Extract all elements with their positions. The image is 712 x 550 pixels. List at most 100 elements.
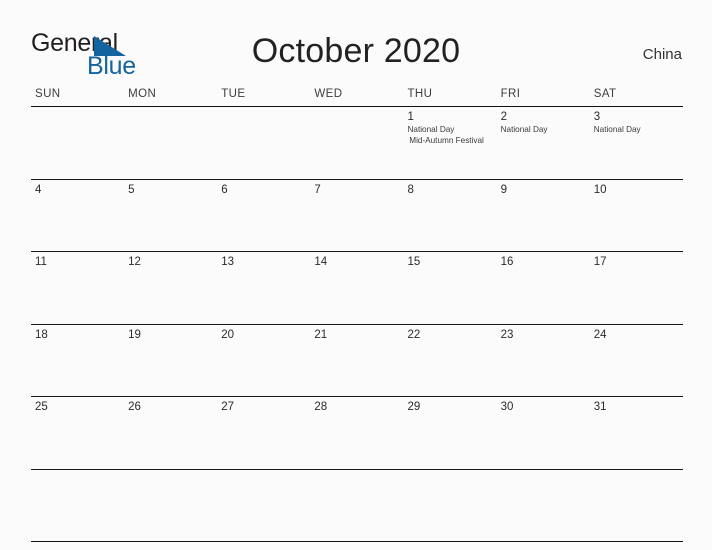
day-number: 12: [128, 256, 141, 268]
day-number: 6: [221, 183, 228, 196]
calendar-day-cell[interactable]: 26: [124, 397, 217, 469]
calendar-week-row: 4 5 6 7 8 9 10: [31, 180, 683, 252]
calendar-day-cell[interactable]: 9: [497, 180, 590, 252]
day-number: 27: [221, 401, 235, 413]
day-number: 9: [500, 183, 508, 196]
holiday-label: Mid-Autumn Festival: [409, 135, 484, 145]
day-number: 3: [593, 111, 601, 123]
calendar-day-cell[interactable]: 2 National Day: [497, 107, 590, 179]
day-header-thu: THU: [407, 88, 433, 100]
calendar-day-cell[interactable]: 29: [404, 397, 497, 469]
calendar-week-row: 1 National Day Mid-Autumn Festival 2 Nationa…: [31, 107, 683, 179]
day-number: 23: [500, 328, 514, 341]
holiday-label: National Day: [500, 125, 548, 134]
calendar-day-cell[interactable]: 8: [404, 180, 497, 252]
calendar-day-cell[interactable]: 5: [124, 180, 217, 252]
day-number: 21: [314, 328, 328, 341]
calendar-day-cell-empty: [404, 470, 497, 542]
calendar-day-cell[interactable]: 4: [31, 180, 124, 252]
day-number: 2: [500, 111, 508, 123]
day-number: 24: [593, 328, 607, 341]
calendar-day-cell[interactable]: 19: [124, 325, 217, 397]
page-header: General Blue October 2020 China: [0, 0, 712, 86]
day-number: 1: [407, 111, 414, 123]
day-number: 26: [128, 401, 141, 413]
day-number: 31: [593, 401, 607, 413]
holiday-label: National Day: [593, 125, 641, 134]
calendar-week-row: 25 26 27 28 29 30 31: [31, 397, 683, 469]
calendar-grid: SUN MON TUE WED THU FRI SAT 1 National Da…: [31, 86, 683, 542]
day-number: 16: [500, 256, 514, 268]
calendar-week-row: 11 12 13 14 15 16 17: [31, 252, 683, 324]
calendar-day-cell[interactable]: 22: [404, 325, 497, 397]
day-events: National Day Mid-Autumn Festival: [408, 125, 494, 146]
calendar-day-cell[interactable]: 25: [31, 397, 124, 469]
calendar-week-row-trailing: [31, 470, 683, 542]
day-number: 30: [500, 401, 514, 413]
grid-divider-bottom: [31, 541, 683, 542]
page-title: October 2020: [251, 32, 461, 70]
calendar-day-cell[interactable]: 15: [404, 252, 497, 324]
calendar-day-cell[interactable]: 3 National Day: [590, 107, 683, 179]
day-header-wed: WED: [314, 88, 343, 100]
day-number: 19: [128, 328, 141, 341]
calendar-day-cell[interactable]: 20: [217, 325, 310, 397]
day-number: 17: [593, 256, 607, 268]
calendar-day-cell-empty: [497, 470, 590, 542]
calendar-day-cell[interactable]: 11: [31, 252, 124, 324]
calendar-day-cell[interactable]: 13: [217, 252, 310, 324]
calendar-day-cell-empty: [590, 470, 683, 542]
calendar-day-cell[interactable]: 21: [310, 325, 403, 397]
calendar-day-cell[interactable]: 28: [310, 397, 403, 469]
calendar-day-cell-empty: [124, 107, 217, 179]
calendar-day-cell[interactable]: 18: [31, 325, 124, 397]
calendar-day-cell[interactable]: 16: [497, 252, 590, 324]
day-number: 10: [593, 183, 607, 196]
day-number: 14: [314, 256, 328, 268]
calendar-day-cell[interactable]: 31: [590, 397, 683, 469]
day-number: 15: [407, 256, 421, 268]
calendar-day-cell-empty: [217, 470, 310, 542]
day-number: 11: [35, 256, 47, 268]
day-number: 13: [221, 256, 235, 268]
calendar-day-cell[interactable]: 30: [497, 397, 590, 469]
day-number: 4: [35, 183, 42, 196]
calendar-weeks: 1 National Day Mid-Autumn Festival 2 Nationa…: [31, 107, 683, 542]
day-events: National Day: [501, 125, 587, 136]
calendar-day-cell-empty: [217, 107, 310, 179]
day-number: 22: [407, 328, 421, 341]
day-number: 7: [314, 183, 321, 196]
calendar-day-cell[interactable]: 12: [124, 252, 217, 324]
calendar-day-cell-empty: [31, 107, 124, 179]
day-header-mon: MON: [128, 88, 157, 100]
calendar-day-cell-empty: [124, 470, 217, 542]
day-number: 20: [221, 328, 235, 341]
calendar-day-cell-empty: [310, 470, 403, 542]
day-of-week-header-row: SUN MON TUE WED THU FRI SAT: [31, 86, 683, 106]
day-number: 29: [407, 401, 421, 413]
holiday-label: National Day: [407, 125, 455, 134]
calendar-day-cell[interactable]: 23: [497, 325, 590, 397]
calendar-page: General Blue October 2020 China SUN MON …: [0, 0, 712, 550]
day-number: 5: [128, 183, 135, 196]
calendar-day-cell-empty: [310, 107, 403, 179]
day-number: 28: [314, 401, 328, 413]
country-label: China: [642, 46, 682, 63]
day-header-tue: TUE: [221, 88, 246, 100]
day-header-sun: SUN: [35, 88, 61, 100]
calendar-day-cell[interactable]: 1 National Day Mid-Autumn Festival: [404, 107, 497, 179]
calendar-day-cell[interactable]: 27: [217, 397, 310, 469]
calendar-day-cell-empty: [31, 470, 124, 542]
calendar-day-cell[interactable]: 14: [310, 252, 403, 324]
day-events: National Day: [594, 125, 680, 136]
calendar-day-cell[interactable]: 24: [590, 325, 683, 397]
calendar-day-cell[interactable]: 6: [217, 180, 310, 252]
day-header-fri: FRI: [500, 88, 521, 100]
calendar-day-cell[interactable]: 17: [590, 252, 683, 324]
calendar-day-cell[interactable]: 10: [590, 180, 683, 252]
calendar-week-row: 18 19 20 21 22 23 24: [31, 325, 683, 397]
day-number: 18: [35, 328, 48, 341]
day-number: 8: [407, 183, 414, 196]
calendar-day-cell[interactable]: 7: [310, 180, 403, 252]
day-number: 25: [35, 401, 48, 413]
